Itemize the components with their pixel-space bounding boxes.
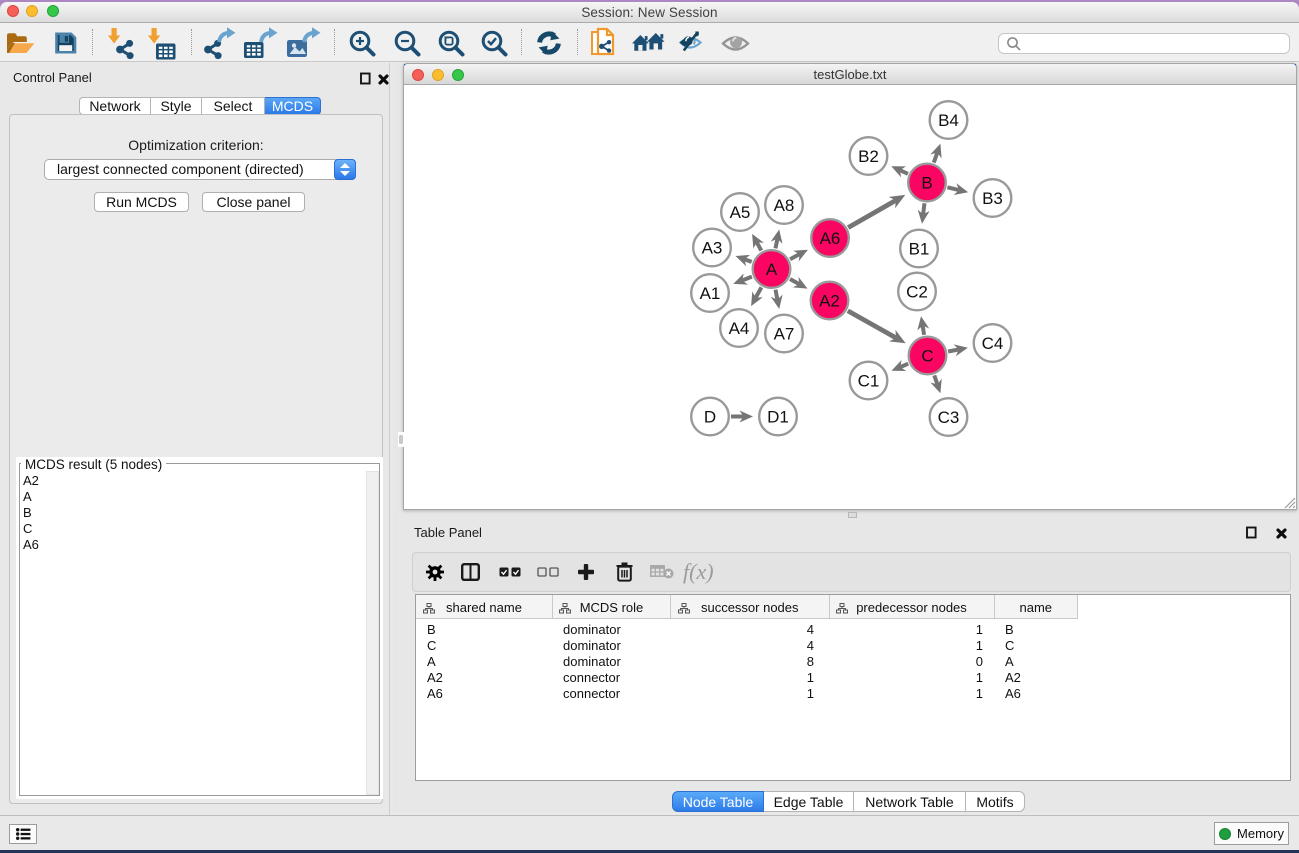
svg-text:A4: A4 [729,319,750,338]
svg-text:C2: C2 [906,283,928,302]
svg-text:A5: A5 [730,203,751,222]
svg-text:B4: B4 [938,111,959,130]
svg-text:C1: C1 [858,372,880,391]
svg-text:B: B [921,174,932,193]
svg-text:A1: A1 [700,284,721,303]
svg-text:B1: B1 [909,240,930,259]
svg-text:D1: D1 [767,408,789,427]
svg-text:A6: A6 [820,229,841,248]
svg-text:A7: A7 [774,325,795,344]
svg-text:B2: B2 [858,147,879,166]
svg-text:D: D [704,408,716,427]
svg-text:C3: C3 [938,408,960,427]
svg-text:A8: A8 [774,196,795,215]
svg-text:B3: B3 [982,189,1003,208]
svg-text:A: A [766,260,778,279]
svg-text:A2: A2 [819,292,840,311]
svg-text:C4: C4 [982,334,1004,353]
svg-text:C: C [921,347,933,366]
svg-text:A3: A3 [702,239,723,258]
